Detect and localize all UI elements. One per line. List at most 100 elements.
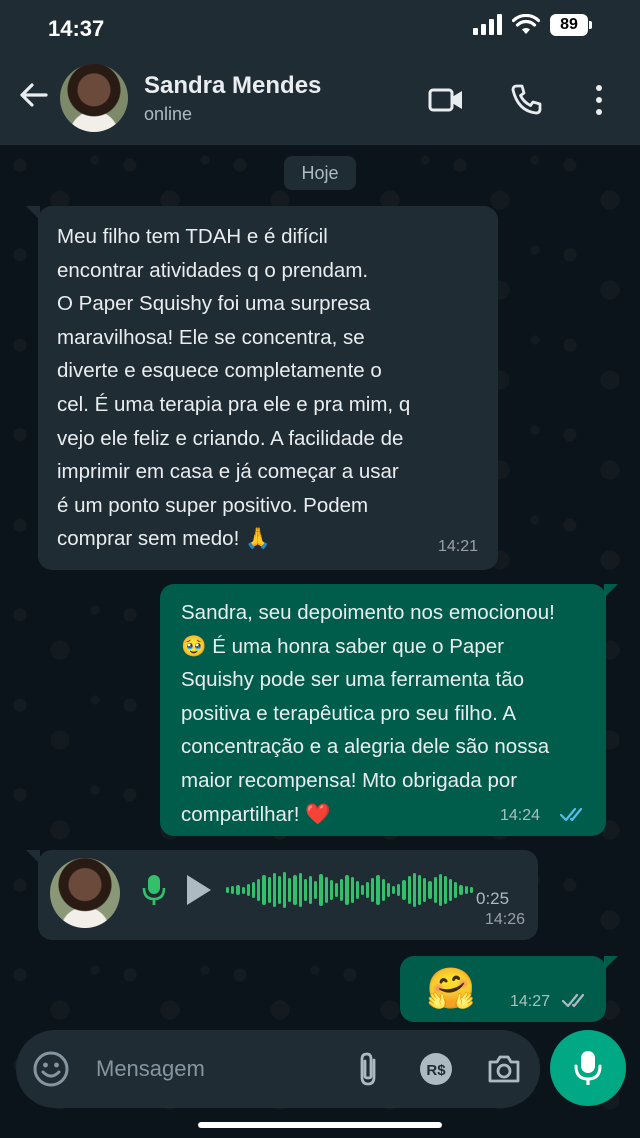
waveform-bar <box>288 878 292 902</box>
waveform-bar <box>257 879 261 901</box>
video-call-icon[interactable] <box>428 82 464 118</box>
delivered-ticks-icon <box>562 993 585 1008</box>
payment-icon[interactable]: R$ <box>418 1050 454 1088</box>
waveform-bar <box>454 882 458 898</box>
incoming-message[interactable]: Meu filho tem TDAH e é difícil encontrar… <box>26 206 498 570</box>
message-line: Meu filho tem TDAH e é difícil <box>57 225 328 248</box>
outgoing-message[interactable]: Sandra, seu depoimento nos emocionou! 🥹 … <box>160 584 618 836</box>
date-chip: Hoje <box>284 156 356 190</box>
message-time: 14:21 <box>437 538 478 555</box>
contact-status: online <box>144 104 193 124</box>
message-line: cel. É uma terapia pra ele e pra mim, q <box>57 392 411 416</box>
message-line: diverte e esquece completamente o <box>57 359 382 383</box>
waveform-bar <box>407 876 411 904</box>
voice-record-button[interactable] <box>550 1030 626 1106</box>
message-line: imprimir em casa e já começar a usar <box>57 460 399 484</box>
waveform-bar <box>277 876 282 904</box>
waveform-bar <box>397 884 401 896</box>
read-ticks-icon <box>560 807 583 822</box>
more-vert-icon[interactable] <box>588 82 610 118</box>
message-line: Sandra, seu depoimento nos emocionou! <box>181 601 555 624</box>
bubble-tail <box>26 850 40 864</box>
waveform-bar <box>438 874 442 906</box>
status-bar: 14:37 89 <box>0 0 640 56</box>
waveform-bar <box>334 883 339 897</box>
waveform-bar <box>262 875 266 905</box>
waveform-bar <box>417 875 422 905</box>
attach-icon[interactable] <box>352 1050 388 1088</box>
bubble-tail <box>604 584 618 598</box>
waveform-bar <box>402 880 406 900</box>
waveform-bar <box>246 884 250 896</box>
message-line: vejo ele feliz e criando. A facilidade d… <box>57 426 404 450</box>
bubble-tail <box>604 956 618 970</box>
signal-icon <box>473 14 502 35</box>
waveform-bar <box>303 879 307 901</box>
waveform-bar <box>298 873 302 907</box>
waveform-bar <box>241 886 245 894</box>
outgoing-emoji-message[interactable]: 🤗 14:27 <box>400 956 618 1022</box>
waveform-bar <box>360 885 365 895</box>
battery-indicator: 89 <box>550 14 592 36</box>
message-line: encontrar atividades q o prendam. <box>57 258 369 282</box>
message-line: Squishy pode ser uma ferramenta tão <box>181 668 524 692</box>
waveform-bar <box>464 886 468 894</box>
waveform-bar <box>392 886 396 894</box>
waveform-bar <box>340 879 344 901</box>
message-line: 🥹 É uma honra saber que o Paper <box>181 634 504 658</box>
waveform-bar <box>423 878 427 902</box>
mic-icon <box>142 875 166 905</box>
waveform-bar <box>469 887 473 893</box>
waveform-bar <box>371 878 375 902</box>
waveform-bar <box>283 872 287 908</box>
bubble-tail <box>26 206 40 220</box>
waveform-bar <box>428 881 432 899</box>
status-icons: 89 <box>472 14 592 36</box>
waveform-bar <box>267 877 271 903</box>
waveform-bar <box>386 883 390 897</box>
waveform-bar <box>272 873 276 907</box>
wifi-icon <box>512 14 540 34</box>
message-time: 14:27 <box>509 993 550 1010</box>
message-line: concentração e a alegria dele são nossa <box>181 735 550 759</box>
emoji-icon[interactable] <box>32 1050 70 1088</box>
waveform-bar <box>381 879 385 901</box>
waveform-bar <box>329 880 333 900</box>
phone-icon[interactable] <box>508 82 544 118</box>
waveform-bar <box>251 882 256 898</box>
contact-name[interactable]: Sandra Mendes <box>144 72 321 100</box>
waveform-bar <box>433 877 437 903</box>
waveform-bar <box>412 873 416 907</box>
back-arrow-icon[interactable] <box>18 80 48 110</box>
waveform-bar <box>324 877 328 903</box>
message-line: é um ponto super positivo. Podem <box>57 493 369 517</box>
message-line: maravilhosa! Ele se concentra, se <box>57 325 365 349</box>
message-line: positiva e terapêutica pro seu filho. A <box>181 701 517 725</box>
waveform-bar <box>443 876 448 904</box>
waveform-bar <box>231 886 235 894</box>
status-time: 14:37 <box>48 16 105 41</box>
play-icon[interactable] <box>184 872 214 908</box>
mic-icon <box>574 1051 602 1085</box>
camera-icon[interactable] <box>486 1050 522 1088</box>
waveform-bar <box>459 885 463 895</box>
message-line: O Paper Squishy foi uma surpresa <box>57 292 371 316</box>
home-indicator <box>198 1122 442 1128</box>
contact-avatar[interactable] <box>60 64 128 132</box>
waveform-bar <box>226 887 230 893</box>
audio-message[interactable]: 0:25 14:26 <box>26 850 538 940</box>
svg-text:R$: R$ <box>426 1062 446 1079</box>
waveform-bar <box>293 875 297 905</box>
chat-header: Sandra Mendes online <box>0 56 640 145</box>
waveform-bar <box>236 885 240 895</box>
waveform-bar <box>366 882 370 898</box>
message-input[interactable] <box>96 1052 346 1086</box>
message-time: 14:26 <box>484 911 525 928</box>
emoji: 🤗 <box>426 966 476 1012</box>
waveform-bar <box>319 874 323 906</box>
sender-avatar <box>50 858 120 928</box>
message-composer: R$ <box>16 1030 540 1108</box>
waveform-bar <box>355 881 359 899</box>
audio-waveform[interactable] <box>226 868 506 912</box>
waveform-bar <box>350 877 354 903</box>
